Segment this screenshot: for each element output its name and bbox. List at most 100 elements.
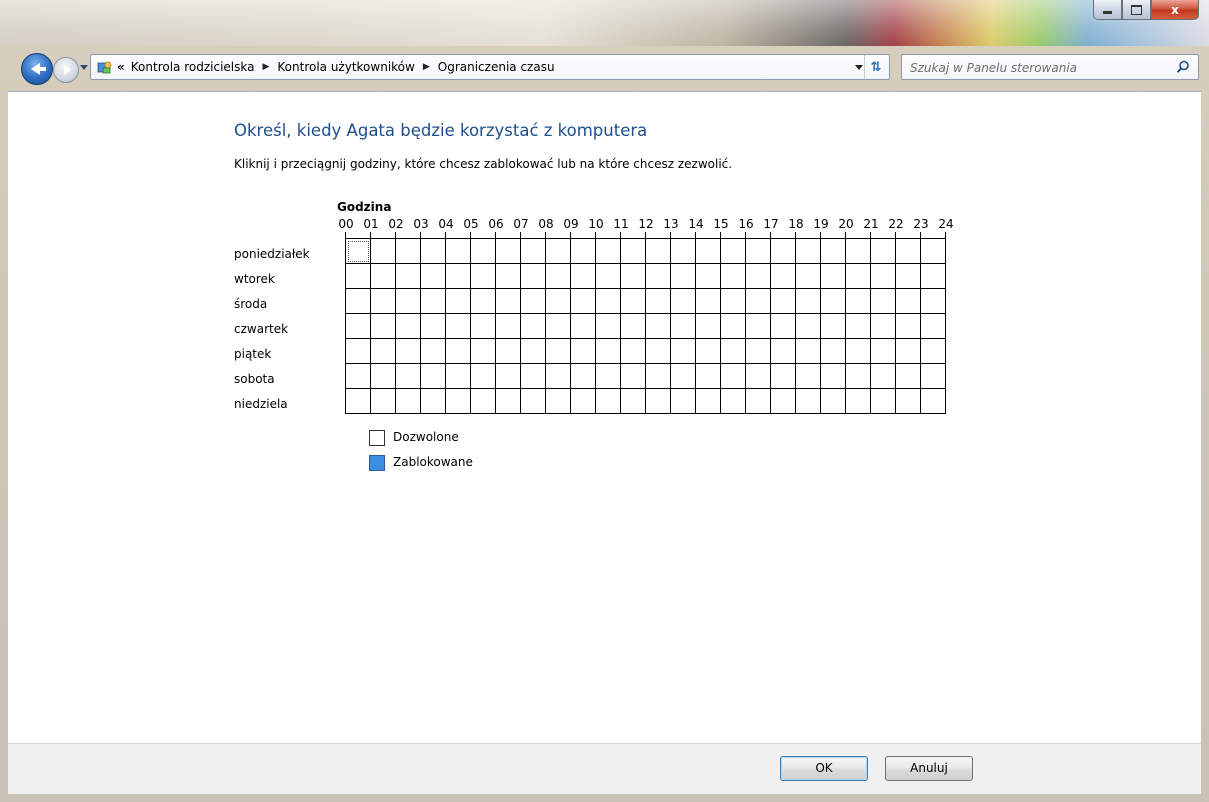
hour-cell[interactable] [795, 263, 821, 289]
hour-cell[interactable] [445, 313, 471, 339]
close-button[interactable]: x [1151, 0, 1199, 20]
hour-cell[interactable] [720, 363, 746, 389]
time-restriction-grid[interactable] [345, 238, 949, 415]
hour-cell[interactable] [620, 263, 646, 289]
hour-cell[interactable] [345, 388, 371, 414]
hour-cell[interactable] [595, 263, 621, 289]
hour-cell[interactable] [495, 238, 521, 264]
hour-cell[interactable] [870, 313, 896, 339]
hour-cell[interactable] [670, 363, 696, 389]
hour-cell[interactable] [820, 338, 846, 364]
recent-pages-dropdown-icon[interactable] [80, 65, 88, 70]
hour-cell[interactable] [770, 238, 796, 264]
hour-cell[interactable] [470, 288, 496, 314]
hour-cell[interactable] [870, 263, 896, 289]
hour-cell[interactable] [370, 338, 396, 364]
hour-cell[interactable] [370, 363, 396, 389]
hour-cell[interactable] [670, 288, 696, 314]
hour-cell[interactable] [420, 288, 446, 314]
hour-cell[interactable] [820, 313, 846, 339]
hour-cell[interactable] [570, 288, 596, 314]
hour-cell[interactable] [470, 313, 496, 339]
hour-cell[interactable] [545, 338, 571, 364]
hour-cell[interactable] [420, 238, 446, 264]
hour-cell[interactable] [670, 238, 696, 264]
hour-cell[interactable] [870, 238, 896, 264]
hour-cell[interactable] [845, 313, 871, 339]
hour-cell[interactable] [795, 288, 821, 314]
hour-cell[interactable] [395, 288, 421, 314]
hour-cell[interactable] [845, 288, 871, 314]
grid-row-6[interactable] [345, 388, 946, 414]
hour-cell[interactable] [570, 238, 596, 264]
hour-cell[interactable] [645, 288, 671, 314]
hour-cell[interactable] [470, 363, 496, 389]
ok-button[interactable]: OK [780, 756, 868, 781]
hour-cell[interactable] [345, 263, 371, 289]
hour-cell[interactable] [645, 238, 671, 264]
breadcrumb-overflow[interactable]: « [117, 60, 125, 74]
breadcrumb-item-time-limits[interactable]: Ograniczenia czasu [438, 60, 555, 74]
search-box[interactable] [901, 54, 1199, 80]
hour-cell[interactable] [870, 363, 896, 389]
hour-cell[interactable] [920, 338, 946, 364]
address-dropdown-icon[interactable] [855, 65, 863, 70]
hour-cell[interactable] [770, 388, 796, 414]
hour-cell[interactable] [845, 388, 871, 414]
grid-row-0[interactable] [345, 238, 946, 264]
hour-cell[interactable] [770, 363, 796, 389]
hour-cell[interactable] [745, 363, 771, 389]
hour-cell[interactable] [520, 263, 546, 289]
hour-cell[interactable] [745, 338, 771, 364]
hour-cell[interactable] [545, 263, 571, 289]
hour-cell[interactable] [420, 313, 446, 339]
hour-cell[interactable] [620, 313, 646, 339]
hour-cell[interactable] [395, 388, 421, 414]
hour-cell[interactable] [520, 388, 546, 414]
hour-cell[interactable] [545, 388, 571, 414]
hour-cell[interactable] [520, 238, 546, 264]
hour-cell[interactable] [845, 363, 871, 389]
hour-cell[interactable] [395, 363, 421, 389]
hour-cell[interactable] [595, 338, 621, 364]
hour-cell[interactable] [620, 388, 646, 414]
hour-cell[interactable] [670, 263, 696, 289]
hour-cell[interactable] [545, 288, 571, 314]
refresh-button[interactable]: ⇅ [864, 55, 887, 79]
hour-cell[interactable] [595, 363, 621, 389]
hour-cell[interactable] [420, 363, 446, 389]
hour-cell[interactable] [445, 288, 471, 314]
hour-cell[interactable] [645, 313, 671, 339]
hour-cell[interactable] [495, 338, 521, 364]
hour-cell[interactable] [495, 313, 521, 339]
hour-cell[interactable] [570, 388, 596, 414]
hour-cell[interactable] [395, 263, 421, 289]
hour-cell[interactable] [495, 288, 521, 314]
hour-cell[interactable] [670, 313, 696, 339]
hour-cell[interactable] [895, 288, 921, 314]
hour-cell[interactable] [620, 338, 646, 364]
hour-cell[interactable] [420, 388, 446, 414]
hour-cell[interactable] [770, 263, 796, 289]
hour-cell[interactable] [920, 388, 946, 414]
hour-cell[interactable] [695, 288, 721, 314]
hour-cell[interactable] [570, 313, 596, 339]
hour-cell[interactable] [445, 338, 471, 364]
hour-cell[interactable] [895, 363, 921, 389]
hour-cell[interactable] [520, 288, 546, 314]
maximize-button[interactable] [1122, 0, 1151, 20]
hour-cell[interactable] [795, 388, 821, 414]
hour-cell[interactable] [920, 263, 946, 289]
hour-cell[interactable] [820, 238, 846, 264]
hour-cell[interactable] [720, 313, 746, 339]
hour-cell[interactable] [720, 238, 746, 264]
grid-row-5[interactable] [345, 363, 946, 389]
hour-cell[interactable] [770, 338, 796, 364]
hour-cell[interactable] [845, 338, 871, 364]
cancel-button[interactable]: Anuluj [885, 756, 973, 781]
hour-cell[interactable] [495, 263, 521, 289]
hour-cell[interactable] [370, 288, 396, 314]
hour-cell[interactable] [520, 313, 546, 339]
time-grid-table[interactable] [345, 238, 946, 414]
hour-cell[interactable] [920, 288, 946, 314]
